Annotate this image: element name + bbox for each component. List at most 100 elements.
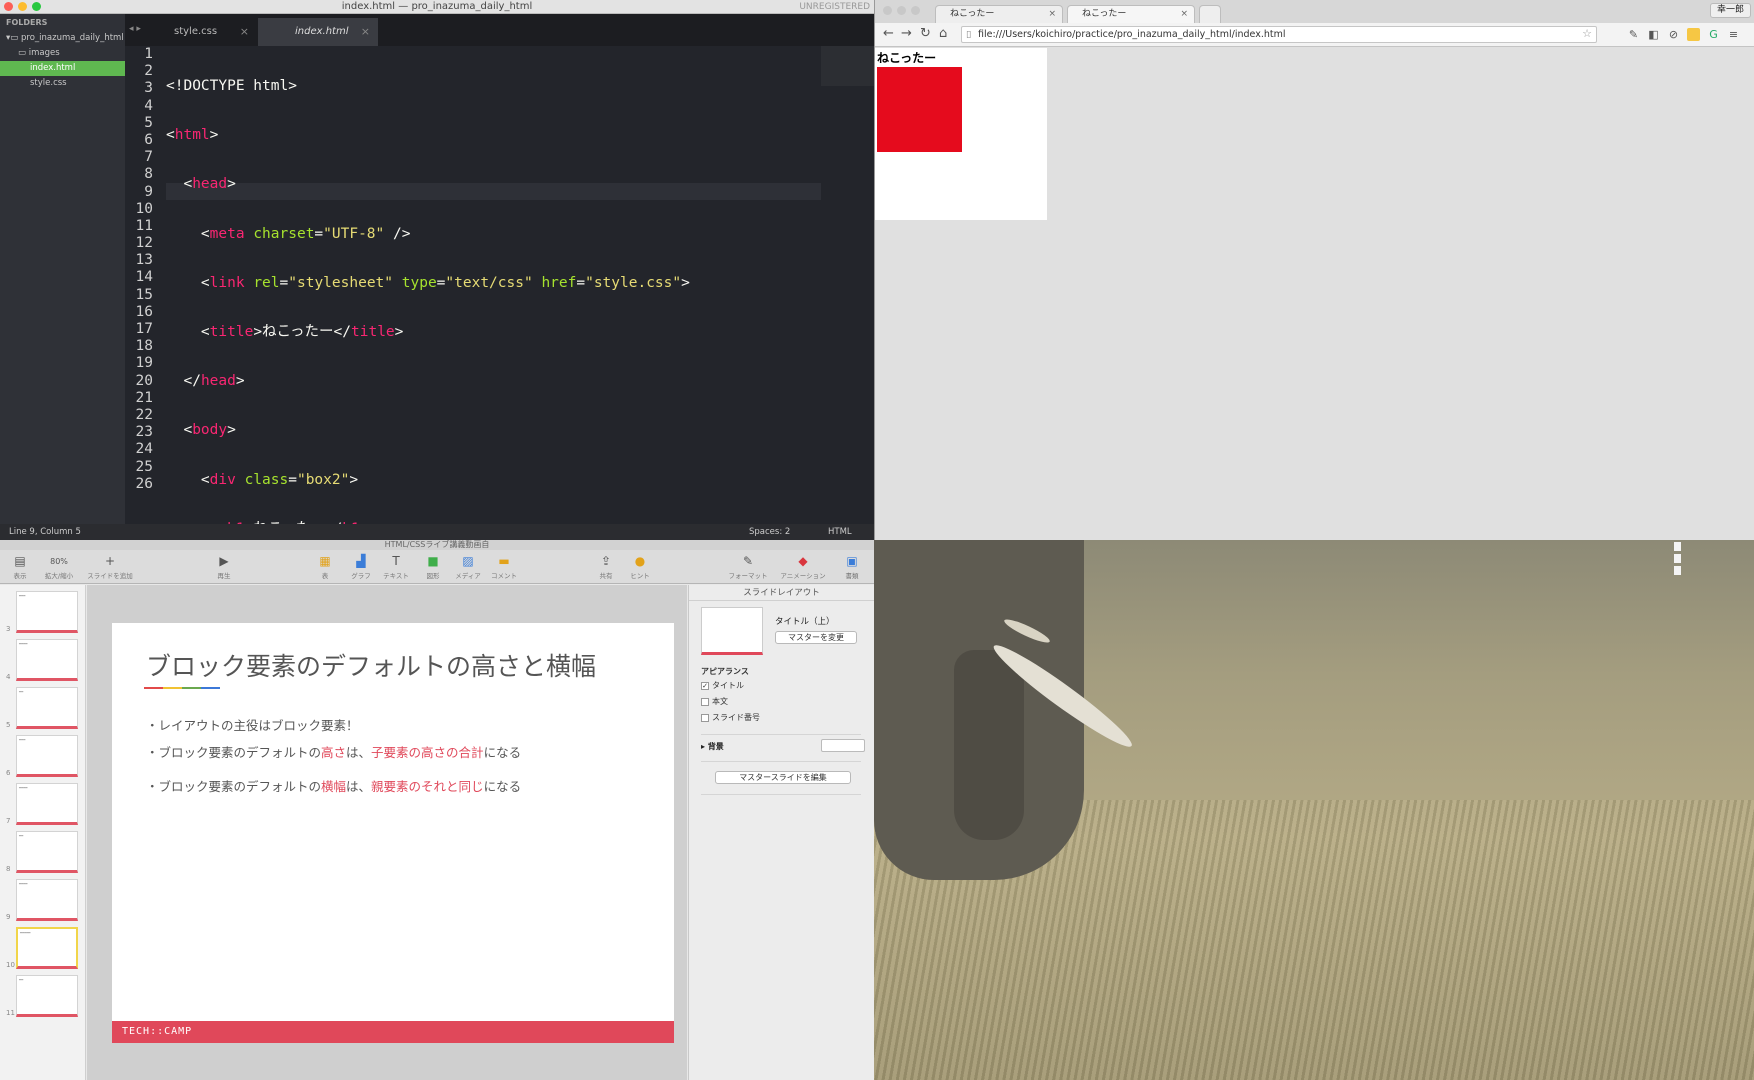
syntax-mode[interactable]: HTML (828, 524, 852, 540)
code-line: <body> (166, 422, 826, 439)
slide-canvas: ブロック要素のデフォルトの高さと横幅 ・レイアウトの主役はブロック要素！ ・ブロ… (87, 585, 687, 1080)
slide-thumbnail[interactable]: ━━━ (16, 735, 78, 777)
layout-thumbnail[interactable] (701, 607, 763, 655)
close-icon[interactable]: × (361, 18, 370, 46)
desktop-file-icon[interactable] (1674, 542, 1734, 551)
slide-thumbnail[interactable]: ━━ (16, 831, 78, 873)
table-button[interactable]: ▦ 表 (314, 553, 336, 580)
media-button[interactable]: ▨ メディア (452, 553, 484, 580)
code-token: < (200, 323, 210, 340)
background-disclosure[interactable]: ▸ 背景 (701, 741, 724, 752)
slide-thumbnail-current[interactable]: ━━━━━ (16, 927, 78, 969)
slide-title[interactable]: ブロック要素のデフォルトの高さと横幅 (146, 647, 596, 683)
bookmark-star-icon[interactable]: ☆ (1582, 26, 1592, 41)
minimize-button[interactable] (897, 6, 906, 15)
bullet-text: になる (483, 779, 522, 794)
text-button[interactable]: T テキスト (380, 553, 412, 580)
slide-thumbnail[interactable]: ━━━━ (16, 879, 78, 921)
add-slide-button[interactable]: + スライドを追加 (84, 553, 136, 580)
sidebar-item-index-html[interactable]: index.html (0, 61, 125, 76)
close-button[interactable] (4, 2, 13, 11)
close-icon[interactable]: × (240, 18, 249, 46)
browser-tab[interactable]: ねこったー × (935, 5, 1063, 23)
slide-bullet: ・ブロック要素のデフォルトの高さは、子要素の高さの合計になる (146, 742, 521, 761)
close-icon[interactable]: × (1048, 6, 1056, 23)
body-checkbox[interactable]: 本文 (701, 696, 728, 707)
slide-number: 11 (6, 1009, 15, 1017)
code-token: < (166, 127, 175, 144)
sidebar-item-project[interactable]: ▾▭ pro_inazuma_daily_html (0, 31, 125, 46)
document-icon: ▣ (846, 554, 858, 568)
close-icon[interactable]: × (1180, 6, 1188, 23)
close-button[interactable] (883, 6, 892, 15)
extension-icon[interactable]: ◧ (1647, 28, 1660, 41)
share-button[interactable]: ⇪ 共有 (594, 553, 618, 580)
title-checkbox[interactable]: ✓ タイトル (701, 680, 744, 691)
media-icon: ▨ (462, 554, 474, 568)
slide-thumbnail[interactable]: ━━ (16, 687, 78, 729)
sidebar-item-images[interactable]: ▭ images (0, 46, 125, 61)
background-fill-well[interactable] (821, 739, 865, 752)
slide-thumbnail[interactable]: ━━━━ (16, 639, 78, 681)
slide-number-checkbox[interactable]: スライド番号 (701, 712, 760, 723)
home-icon[interactable]: ⌂ (939, 26, 947, 41)
play-button[interactable]: ▶ 再生 (212, 553, 236, 580)
chart-button[interactable]: ▟ グラフ (348, 553, 374, 580)
desktop-file-icon[interactable] (1674, 566, 1734, 575)
back-icon[interactable]: ← (883, 26, 894, 41)
forward-icon[interactable]: → (901, 26, 912, 41)
tab-style-css[interactable]: style.css × (137, 18, 257, 46)
indent-setting[interactable]: Spaces: 2 (749, 524, 790, 540)
code-token: body (192, 422, 228, 439)
line-number: 24 (135, 441, 153, 458)
extension-icon[interactable]: G (1707, 28, 1720, 41)
minimap[interactable] (821, 46, 874, 86)
document-button[interactable]: ▣ 書類 (838, 553, 866, 580)
line-number: 15 (135, 286, 153, 303)
slide-thumbnail[interactable]: ━━━ (16, 591, 78, 633)
browser-tab-active[interactable]: ねこったー × (1067, 5, 1195, 23)
code-line: </head> (166, 373, 826, 390)
new-tab-button[interactable] (1199, 5, 1221, 23)
change-master-button[interactable]: マスターを変更 (775, 631, 857, 644)
format-button[interactable]: ✎ フォーマット (726, 553, 770, 580)
line-number: 11 (135, 217, 153, 234)
slide-number: 6 (6, 769, 11, 777)
line-number: 18 (135, 338, 153, 355)
slide-thumbnail[interactable]: ━━ (16, 975, 78, 1017)
profile-button[interactable]: 幸一郎 (1709, 3, 1751, 18)
shape-button[interactable]: ■ 図形 (420, 553, 446, 580)
animate-button[interactable]: ◆ アニメーション (776, 553, 830, 580)
extension-icon[interactable]: ⊘ (1667, 28, 1680, 41)
thumbnail-content: ━━━━━ (20, 931, 31, 935)
zoom-button[interactable] (32, 2, 41, 11)
thumbnail-content: ━━━━ (19, 642, 28, 646)
zoom-control[interactable]: 80% 拡大/縮小 (40, 553, 78, 580)
code-token: </ (333, 323, 352, 340)
tab-index-html[interactable]: index.html × (258, 18, 378, 46)
sidebar-item-label: style.css (30, 78, 67, 88)
current-slide[interactable]: ブロック要素のデフォルトの高さと横幅 ・レイアウトの主役はブロック要素！ ・ブロ… (112, 623, 674, 1043)
address-bar[interactable]: ▯ file:///Users/koichiro/practice/pro_in… (961, 26, 1597, 43)
tips-button[interactable]: ● ヒント (628, 553, 652, 580)
thumbnail-content: ━━ (19, 978, 24, 982)
menu-icon[interactable]: ≡ (1727, 28, 1740, 41)
view-button[interactable]: ▤ 表示 (8, 553, 32, 580)
toolbar-label: 書類 (845, 572, 859, 580)
sidebar-item-style-css[interactable]: style.css (0, 76, 125, 91)
desktop-file-icon[interactable] (1674, 554, 1734, 563)
extension-icon[interactable] (1687, 28, 1700, 41)
comment-button[interactable]: ▬ コメント (488, 553, 520, 580)
bullet-text: は、 (346, 779, 372, 794)
slide-thumbnail[interactable]: ━━━━ (16, 783, 78, 825)
reload-icon[interactable]: ↻ (920, 26, 931, 41)
comment-icon: ▬ (498, 554, 510, 568)
extension-icon[interactable]: ✎ (1627, 28, 1640, 41)
code-editor[interactable]: <!DOCTYPE html> <html> <head> <meta char… (166, 46, 826, 783)
minimize-button[interactable] (18, 2, 27, 11)
zoom-button[interactable] (911, 6, 920, 15)
edit-master-slide-button[interactable]: マスタースライドを編集 (715, 771, 851, 784)
code-token: < (183, 422, 193, 439)
thumbnail-content: ━━ (19, 690, 24, 694)
